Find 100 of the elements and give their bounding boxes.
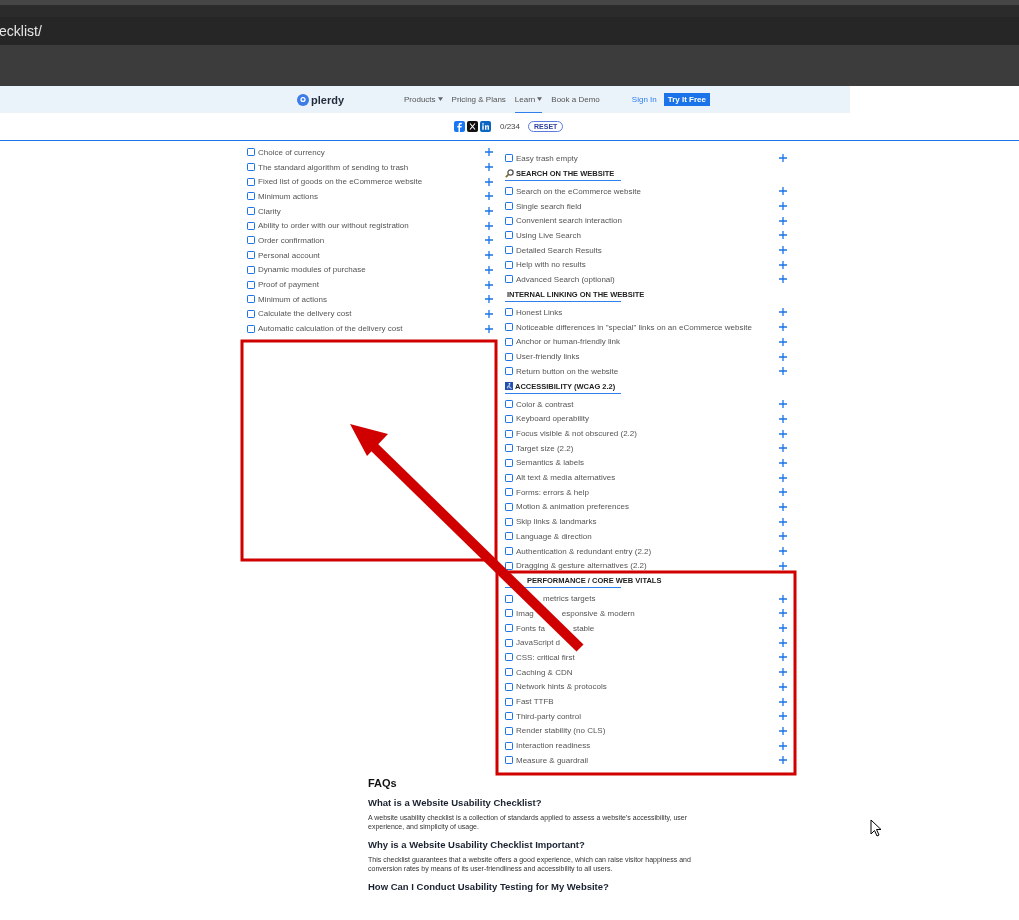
plus-icon[interactable] (779, 246, 787, 255)
plus-icon[interactable] (779, 337, 787, 346)
plus-icon[interactable] (779, 154, 787, 163)
checkbox[interactable] (505, 458, 513, 467)
plus-icon[interactable] (485, 207, 493, 216)
plus-icon[interactable] (779, 414, 787, 423)
checkbox[interactable] (505, 187, 513, 196)
plus-icon[interactable] (485, 265, 493, 274)
checkbox[interactable] (247, 251, 255, 260)
plus-icon[interactable] (779, 458, 787, 467)
plus-icon[interactable] (779, 741, 787, 750)
plus-icon[interactable] (779, 609, 787, 618)
checkbox[interactable] (247, 280, 255, 289)
plus-icon[interactable] (779, 638, 787, 647)
checkbox[interactable] (505, 275, 513, 284)
checkbox[interactable] (505, 216, 513, 225)
plus-icon[interactable] (779, 202, 787, 210)
checkbox[interactable] (505, 594, 513, 603)
checkbox[interactable] (505, 503, 513, 511)
checkbox[interactable] (505, 624, 513, 633)
plus-icon[interactable] (779, 697, 787, 706)
checkbox[interactable] (247, 324, 255, 333)
plus-icon[interactable] (485, 251, 493, 260)
checkbox[interactable] (505, 532, 513, 541)
plus-icon[interactable] (779, 756, 787, 765)
checkbox[interactable] (505, 444, 513, 453)
plus-icon[interactable] (779, 682, 787, 691)
plus-icon[interactable] (779, 726, 787, 735)
checkbox[interactable] (505, 246, 513, 255)
checkbox[interactable] (505, 682, 513, 691)
checkbox[interactable] (505, 367, 513, 376)
plus-icon[interactable] (485, 324, 493, 333)
checkbox[interactable] (247, 148, 255, 157)
plus-icon[interactable] (485, 236, 493, 245)
plus-icon[interactable] (485, 295, 493, 304)
checkbox[interactable] (247, 265, 255, 274)
plus-icon[interactable] (779, 594, 787, 603)
checkbox[interactable] (505, 154, 513, 163)
x-icon[interactable] (467, 121, 478, 132)
facebook-icon[interactable] (454, 121, 465, 132)
checkbox[interactable] (247, 163, 255, 172)
plus-icon[interactable] (485, 280, 493, 289)
plus-icon[interactable] (779, 308, 787, 317)
checkbox[interactable] (505, 756, 513, 765)
checkbox[interactable] (247, 207, 255, 216)
checkbox[interactable] (247, 309, 255, 318)
plus-icon[interactable] (779, 260, 787, 269)
checkbox[interactable] (247, 236, 255, 245)
plus-icon[interactable] (485, 163, 493, 172)
try-free-button[interactable]: Try It Free (663, 93, 710, 106)
plus-icon[interactable] (485, 221, 493, 230)
checkbox[interactable] (505, 231, 513, 240)
plus-icon[interactable] (779, 668, 787, 677)
sign-in-link[interactable]: Sign In (631, 95, 657, 104)
plus-icon[interactable] (779, 712, 787, 721)
checkbox[interactable] (247, 221, 255, 230)
checkbox[interactable] (505, 473, 513, 482)
address-bar[interactable]: ecklist/ (0, 17, 1019, 45)
checkbox[interactable] (505, 337, 513, 346)
checkbox[interactable] (505, 697, 513, 706)
plus-icon[interactable] (485, 309, 493, 318)
checkbox[interactable] (505, 638, 513, 647)
plus-icon[interactable] (779, 503, 787, 511)
checkbox[interactable] (505, 609, 513, 618)
checkbox[interactable] (505, 400, 513, 409)
checkbox[interactable] (505, 414, 513, 423)
plus-icon[interactable] (779, 187, 787, 196)
plus-icon[interactable] (779, 444, 787, 453)
plus-icon[interactable] (779, 367, 787, 376)
checkbox[interactable] (505, 712, 513, 721)
plus-icon[interactable] (779, 231, 787, 240)
checkbox[interactable] (505, 429, 513, 438)
plus-icon[interactable] (779, 429, 787, 438)
nav-link[interactable]: Products (404, 86, 443, 113)
checkbox[interactable] (505, 202, 513, 210)
checkbox[interactable] (505, 517, 513, 526)
logo-text[interactable]: plerdy (311, 93, 344, 106)
checkbox[interactable] (505, 323, 513, 332)
checkbox[interactable] (505, 308, 513, 317)
plus-icon[interactable] (779, 323, 787, 332)
checkbox[interactable] (505, 726, 513, 735)
checkbox[interactable] (505, 741, 513, 750)
checkbox[interactable] (247, 177, 255, 186)
linkedin-icon[interactable] (480, 121, 491, 132)
checkbox[interactable] (505, 488, 513, 497)
plus-icon[interactable] (779, 400, 787, 409)
checkbox[interactable] (505, 653, 513, 662)
nav-link[interactable]: Pricing & Plans (451, 86, 506, 113)
checkbox[interactable] (505, 547, 513, 556)
plus-icon[interactable] (779, 473, 787, 482)
plus-icon[interactable] (779, 517, 787, 526)
plus-icon[interactable] (779, 216, 787, 225)
plus-icon[interactable] (485, 177, 493, 186)
nav-link[interactable]: Book a Demo (551, 86, 600, 113)
plus-icon[interactable] (485, 192, 493, 201)
plus-icon[interactable] (779, 352, 787, 361)
plus-icon[interactable] (779, 653, 787, 662)
plus-icon[interactable] (779, 624, 787, 633)
plus-icon[interactable] (779, 488, 787, 497)
checkbox[interactable] (505, 352, 513, 361)
